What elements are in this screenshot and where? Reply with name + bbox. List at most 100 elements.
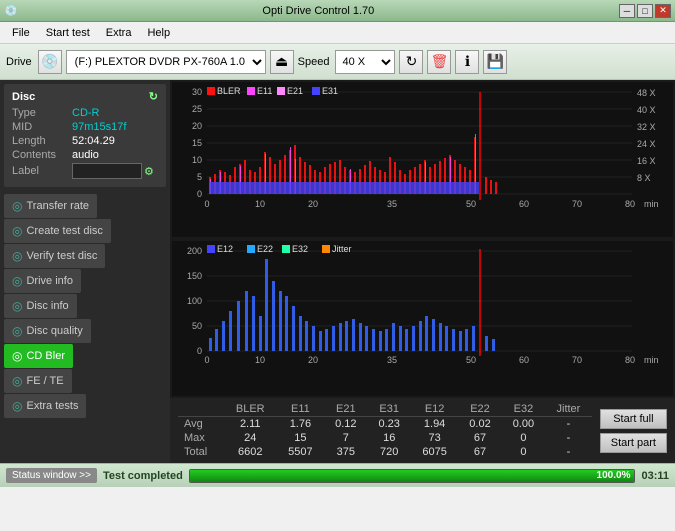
svg-text:10: 10 (255, 355, 265, 365)
info-button[interactable]: ℹ (455, 50, 479, 74)
erase-button[interactable]: 🗑 (427, 50, 451, 74)
svg-text:150: 150 (187, 271, 202, 281)
disc-settings-icon[interactable]: ⚙ (144, 165, 154, 178)
stats-area: BLER E11 E21 E31 E12 E22 E32 Jitter Avg (170, 398, 675, 463)
svg-text:20: 20 (192, 121, 202, 131)
refresh-button[interactable]: ↻ (399, 50, 423, 74)
row-max-jitter: - (545, 431, 592, 445)
svg-text:0: 0 (204, 199, 209, 209)
stats-row-avg: Avg 2.11 1.76 0.12 0.23 1.94 0.02 0.00 - (178, 417, 592, 432)
maximize-button[interactable]: □ (637, 4, 653, 18)
disc-type-label: Type (12, 107, 72, 119)
sidebar-label-extra-tests: Extra tests (26, 400, 78, 412)
sidebar-label-disc-quality: Disc quality (26, 325, 82, 337)
toolbar: Drive 💿 (F:) PLEXTOR DVDR PX-760A 1.07 ⏏… (0, 44, 675, 80)
svg-text:0: 0 (197, 189, 202, 199)
row-max-e31: 16 (368, 431, 411, 445)
sidebar: Disc ↻ Type CD-R MID 97m15s17f Length 52… (0, 80, 170, 463)
row-avg-e31: 0.23 (368, 417, 411, 432)
drive-icon-btn[interactable]: 💿 (38, 50, 62, 74)
svg-text:E32: E32 (292, 244, 308, 254)
disc-refresh-icon[interactable]: ↻ (149, 90, 158, 103)
sidebar-item-verify-test-disc[interactable]: ◎ Verify test disc (4, 244, 105, 268)
svg-text:0: 0 (197, 346, 202, 356)
disc-label-input[interactable] (72, 163, 142, 179)
start-full-button[interactable]: Start full (600, 409, 667, 429)
menu-extra[interactable]: Extra (98, 25, 140, 41)
sidebar-item-drive-info[interactable]: ◎ Drive info (4, 269, 81, 293)
sidebar-item-fe-te[interactable]: ◎ FE / TE (4, 369, 72, 393)
stats-row-max: Max 24 15 7 16 73 67 0 - (178, 431, 592, 445)
sidebar-item-cd-bler[interactable]: ◎ CD Bler (4, 344, 73, 368)
svg-text:15: 15 (192, 138, 202, 148)
drive-info-icon: ◎ (12, 274, 22, 288)
row-total-e22: 67 (458, 445, 501, 459)
chart1-svg: 30 25 20 15 10 5 0 0 10 20 35 50 60 70 8… (172, 82, 673, 237)
sidebar-label-disc-info: Disc info (26, 300, 68, 312)
row-avg-e11: 1.76 (277, 417, 324, 432)
row-max-bler: 24 (224, 431, 277, 445)
row-max-e32: 0 (502, 431, 545, 445)
sidebar-label-create-test-disc: Create test disc (26, 225, 102, 237)
row-avg-e21: 0.12 (324, 417, 367, 432)
svg-text:100: 100 (187, 296, 202, 306)
chart-area: 30 25 20 15 10 5 0 0 10 20 35 50 60 70 8… (170, 80, 675, 463)
chart1-container: 30 25 20 15 10 5 0 0 10 20 35 50 60 70 8… (172, 82, 673, 237)
svg-text:35: 35 (387, 355, 397, 365)
svg-text:70: 70 (572, 199, 582, 209)
speed-select[interactable]: 40 X Max 32 X 24 X (335, 50, 395, 74)
minimize-button[interactable]: ─ (619, 4, 635, 18)
start-part-button[interactable]: Start part (600, 433, 667, 453)
speed-label: Speed (298, 56, 330, 68)
sidebar-item-extra-tests[interactable]: ◎ Extra tests (4, 394, 86, 418)
disc-type-row: Type CD-R (12, 107, 158, 119)
row-total-e21: 375 (324, 445, 367, 459)
sidebar-item-create-test-disc[interactable]: ◎ Create test disc (4, 219, 111, 243)
sidebar-item-transfer-rate[interactable]: ◎ Transfer rate (4, 194, 97, 218)
drive-select[interactable]: (F:) PLEXTOR DVDR PX-760A 1.07 (66, 50, 266, 74)
row-avg-e22: 0.02 (458, 417, 501, 432)
col-e12: E12 (411, 402, 458, 417)
disc-type-value: CD-R (72, 107, 100, 119)
menu-start-test[interactable]: Start test (38, 25, 98, 41)
save-button[interactable]: 💾 (483, 50, 507, 74)
disc-mid-value: 97m15s17f (72, 121, 126, 133)
progress-bar (190, 470, 635, 482)
row-avg-bler: 2.11 (224, 417, 277, 432)
svg-text:35: 35 (387, 199, 397, 209)
disc-quality-icon: ◎ (12, 324, 22, 338)
svg-text:E22: E22 (257, 244, 273, 254)
svg-text:40 X: 40 X (637, 105, 656, 115)
col-e21: E21 (324, 402, 367, 417)
svg-text:0: 0 (204, 355, 209, 365)
row-total-e32: 0 (502, 445, 545, 459)
svg-text:10: 10 (255, 199, 265, 209)
close-button[interactable]: ✕ (655, 4, 671, 18)
fe-te-icon: ◎ (12, 374, 22, 388)
sidebar-item-disc-quality[interactable]: ◎ Disc quality (4, 319, 91, 343)
sidebar-label-fe-te: FE / TE (26, 375, 63, 387)
cd-bler-icon: ◎ (12, 349, 22, 363)
svg-text:20: 20 (308, 355, 318, 365)
disc-panel-header: Disc ↻ (12, 90, 158, 103)
eject-button[interactable]: ⏏ (270, 50, 294, 74)
disc-length-label: Length (12, 135, 72, 147)
menu-help[interactable]: Help (139, 25, 178, 41)
sidebar-buttons: ◎ Transfer rate ◎ Create test disc ◎ Ver… (0, 193, 170, 419)
svg-text:min: min (644, 355, 659, 365)
disc-length-row: Length 52:04.29 (12, 135, 158, 147)
app-title: Opti Drive Control 1.70 (262, 5, 374, 17)
transfer-rate-icon: ◎ (12, 199, 22, 213)
app-icon: 💿 (4, 4, 18, 17)
svg-text:25: 25 (192, 104, 202, 114)
menu-file[interactable]: File (4, 25, 38, 41)
svg-text:32 X: 32 X (637, 122, 656, 132)
row-max-e12: 73 (411, 431, 458, 445)
titlebar-left: 💿 (4, 4, 18, 17)
status-window-button[interactable]: Status window >> (6, 468, 97, 483)
sidebar-item-disc-info[interactable]: ◎ Disc info (4, 294, 77, 318)
sidebar-label-verify-test-disc: Verify test disc (26, 250, 97, 262)
svg-text:50: 50 (466, 355, 476, 365)
create-test-disc-icon: ◎ (12, 224, 22, 238)
svg-text:20: 20 (308, 199, 318, 209)
